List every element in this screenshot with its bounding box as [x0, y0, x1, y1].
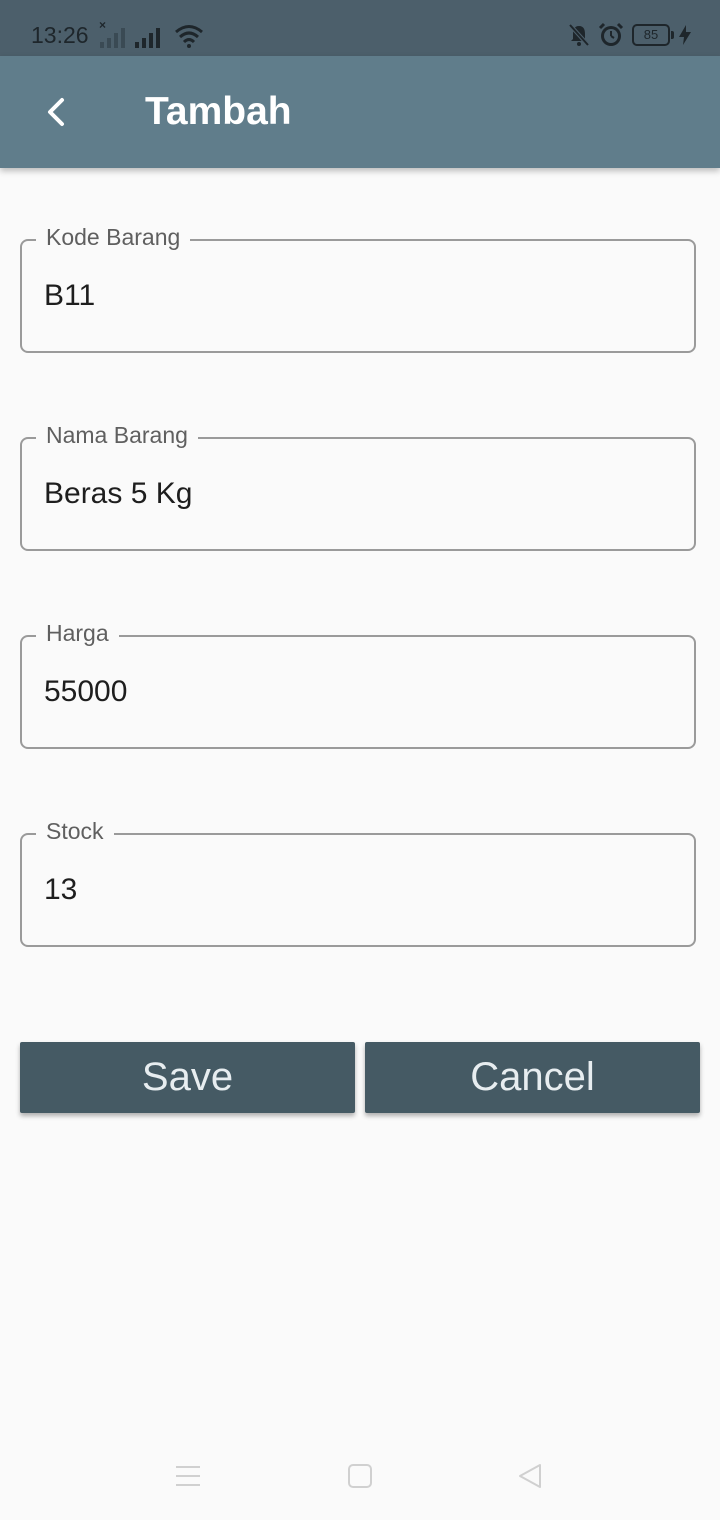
status-bar: 13:26 × 85 [0, 0, 720, 56]
stock-label: Stock [36, 818, 114, 845]
battery-icon: 85 [632, 24, 674, 46]
alarm-icon [598, 22, 624, 46]
notifications-off-icon [568, 23, 590, 47]
home-square-icon[interactable] [346, 1462, 374, 1490]
signal-sim1-icon: × [99, 18, 125, 48]
wifi-icon [175, 25, 203, 48]
status-time: 13:26 [31, 22, 89, 48]
harga-input[interactable] [44, 675, 674, 709]
system-nav-bar [0, 1440, 720, 1520]
status-left-icons: × [99, 18, 204, 48]
stock-input[interactable] [44, 873, 674, 907]
kode-barang-input[interactable] [44, 279, 674, 313]
signal-sim2-icon [135, 26, 160, 48]
nama-barang-input[interactable] [44, 477, 674, 511]
stock-field[interactable]: Stock [20, 818, 696, 947]
back-arrow-icon [48, 98, 64, 126]
back-button[interactable] [28, 84, 84, 140]
save-button[interactable]: Save [20, 1042, 355, 1113]
cancel-button[interactable]: Cancel [365, 1042, 700, 1113]
app-bar: Tambah [0, 56, 720, 168]
page-title: Tambah [145, 90, 292, 133]
nama-barang-field[interactable]: Nama Barang [20, 422, 696, 551]
charging-bolt-icon [679, 25, 691, 45]
back-triangle-icon[interactable] [516, 1462, 544, 1490]
kode-barang-label: Kode Barang [36, 224, 191, 251]
kode-barang-field[interactable]: Kode Barang [20, 224, 696, 353]
status-right-icons: 85 [568, 22, 692, 48]
nama-barang-label: Nama Barang [36, 422, 198, 449]
harga-field[interactable]: Harga [20, 620, 696, 749]
harga-label: Harga [36, 620, 119, 647]
menu-lines-icon[interactable] [174, 1462, 202, 1490]
